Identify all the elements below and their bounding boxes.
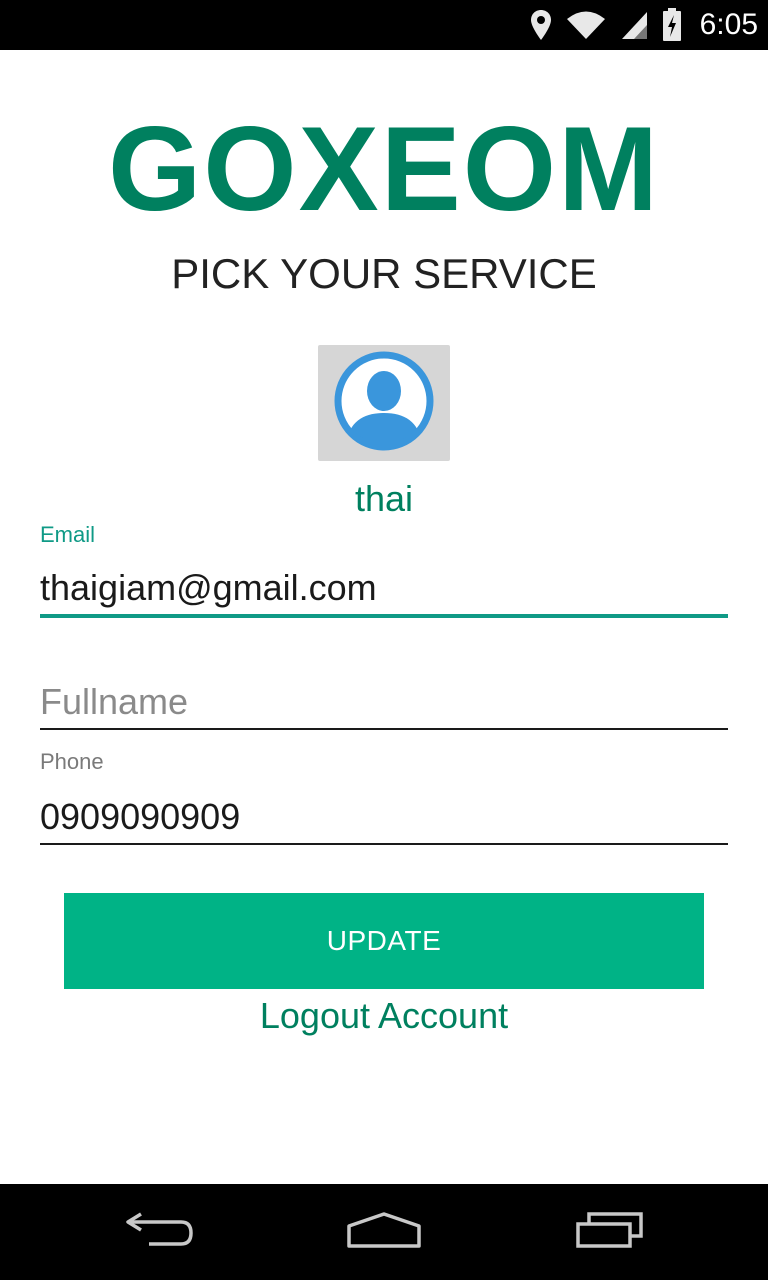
status-bar: 6:05: [0, 0, 768, 50]
update-button[interactable]: UPDATE: [64, 893, 704, 989]
status-time: 6:05: [699, 8, 758, 41]
logout-link[interactable]: Logout Account: [0, 994, 768, 1038]
navigation-bar: [0, 1184, 768, 1280]
home-button[interactable]: [324, 1184, 444, 1280]
email-field-group: Email: [40, 522, 728, 618]
status-icons: 6:05: [530, 0, 758, 50]
location-icon: [530, 9, 552, 41]
fullname-underline: [40, 728, 728, 730]
back-button[interactable]: [100, 1184, 220, 1280]
person-icon: [334, 351, 434, 455]
recents-button[interactable]: [550, 1184, 670, 1280]
home-icon: [346, 1210, 422, 1254]
brand-title: GOXEOM: [107, 102, 661, 236]
back-icon: [125, 1210, 195, 1254]
page-subtitle: PICK YOUR SERVICE: [171, 250, 597, 297]
phone-field[interactable]: [40, 791, 728, 843]
profile-screen: 6:05 GOXEOM PICK YOUR SERVICE thai Email: [0, 0, 768, 1280]
battery-charging-icon: [662, 8, 682, 42]
fullname-field[interactable]: [40, 676, 728, 728]
username: thai: [354, 478, 414, 519]
phone-field-group: Phone: [40, 749, 728, 845]
recents-icon: [575, 1210, 645, 1254]
phone-underline: [40, 843, 728, 845]
signal-icon: [620, 10, 648, 40]
wifi-icon: [566, 10, 606, 40]
email-field[interactable]: [40, 562, 728, 614]
email-label: Email: [40, 522, 96, 547]
avatar[interactable]: [318, 345, 450, 461]
email-underline: [40, 614, 728, 618]
phone-label: Phone: [40, 749, 104, 774]
fullname-field-group: [40, 676, 728, 730]
